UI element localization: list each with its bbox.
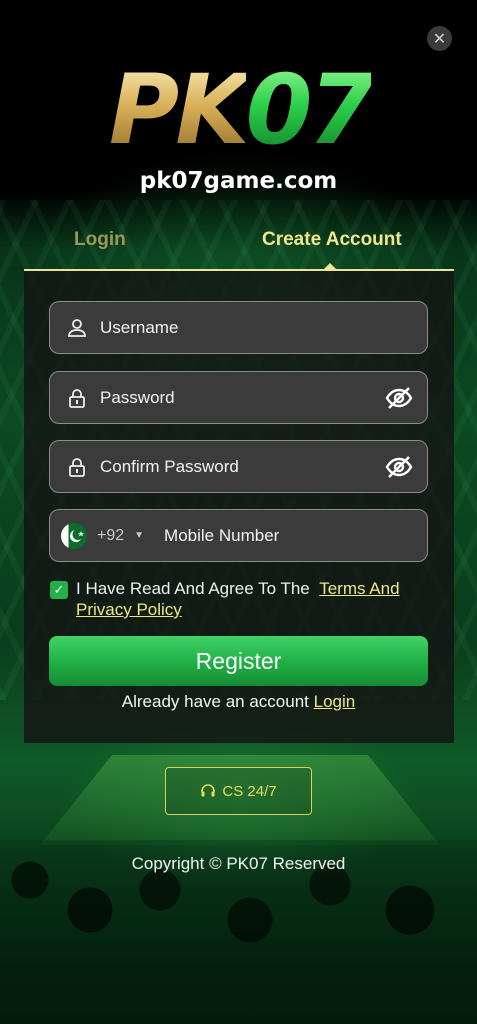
country-code[interactable]: +92 (97, 527, 124, 545)
agree-text: I Have Read And Agree To The (76, 579, 310, 598)
close-icon: ✕ (432, 30, 447, 48)
check-icon: ✓ (53, 582, 65, 597)
user-icon (66, 317, 88, 339)
pakistan-flag-icon[interactable] (61, 522, 87, 549)
confirm-password-placeholder: Confirm Password (100, 456, 239, 476)
register-button[interactable]: Register (49, 636, 428, 686)
password-placeholder: Password (100, 387, 175, 407)
already-account-row: Already have an account Login (0, 692, 477, 712)
username-placeholder: Username (100, 317, 179, 337)
password-field[interactable]: Password (49, 371, 428, 424)
pk07-logo: PK 07 (80, 55, 400, 165)
username-field[interactable]: Username (49, 301, 428, 354)
logo-part-pk: PK (108, 54, 250, 166)
cs-label: CS 24/7 (222, 782, 277, 800)
confirm-password-field[interactable]: Confirm Password (49, 440, 428, 493)
mobile-placeholder: Mobile Number (164, 525, 280, 545)
lock-icon (66, 387, 88, 409)
logo-part-07: 07 (245, 54, 376, 166)
agree-text-block: I Have Read And Agree To The Terms And P… (76, 578, 430, 620)
customer-service-button[interactable]: CS 24/7 (165, 767, 312, 815)
headset-icon (200, 783, 216, 799)
login-link[interactable]: Login (314, 692, 356, 711)
tab-create-account[interactable]: Create Account (262, 229, 402, 251)
auth-tabs: Login Create Account (24, 225, 454, 271)
already-account-text: Already have an account (121, 692, 309, 711)
site-url: pk07game.com (139, 168, 338, 194)
mobile-field[interactable]: +92 ▼ Mobile Number (49, 509, 428, 562)
copyright-text: Copyright © PK07 Reserved (131, 854, 346, 873)
tab-login[interactable]: Login (74, 229, 126, 251)
eye-off-icon[interactable] (385, 454, 413, 480)
active-tab-indicator (324, 263, 336, 269)
close-button[interactable]: ✕ (427, 26, 452, 51)
caret-down-icon[interactable]: ▼ (134, 530, 144, 541)
agree-checkbox[interactable]: ✓ (50, 581, 68, 599)
lock-icon (66, 456, 88, 478)
eye-off-icon[interactable] (385, 385, 413, 411)
